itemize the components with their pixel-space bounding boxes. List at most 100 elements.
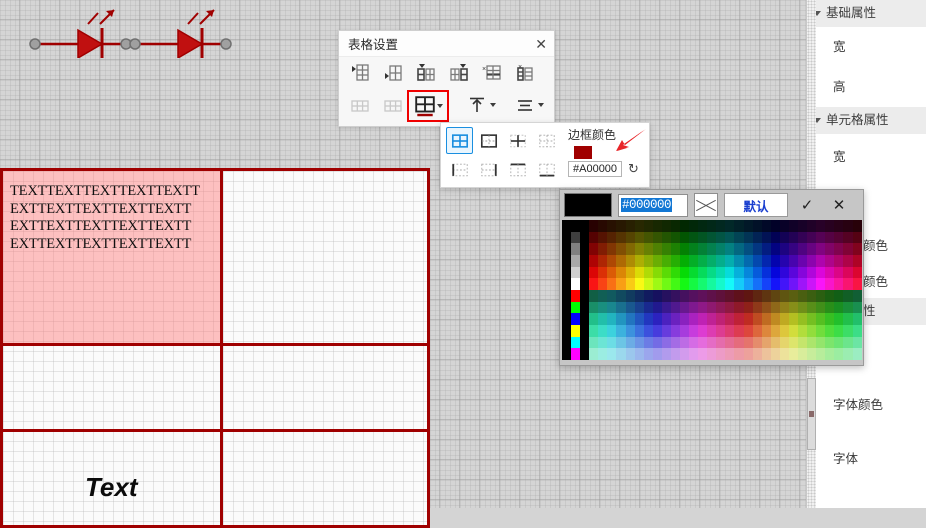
color-swatch[interactable]	[798, 243, 808, 255]
color-swatch[interactable]	[788, 313, 799, 325]
color-swatch[interactable]	[707, 278, 717, 290]
color-swatch[interactable]	[752, 324, 762, 337]
color-swatch[interactable]	[661, 243, 671, 255]
color-swatch[interactable]	[689, 324, 699, 337]
color-swatch[interactable]	[798, 336, 808, 349]
color-swatch[interactable]	[616, 266, 626, 279]
color-swatch[interactable]	[734, 220, 744, 232]
color-swatch[interactable]	[634, 336, 644, 349]
color-swatch[interactable]	[580, 324, 590, 337]
color-swatch[interactable]	[743, 336, 753, 349]
color-swatch[interactable]	[852, 243, 862, 255]
color-swatch[interactable]	[779, 278, 789, 290]
color-swatch[interactable]	[779, 231, 789, 244]
color-swatch[interactable]	[598, 324, 608, 337]
color-swatch[interactable]	[680, 336, 690, 349]
color-swatch[interactable]	[607, 324, 617, 337]
color-swatch[interactable]	[743, 324, 753, 337]
color-swatch[interactable]	[825, 348, 835, 360]
led-symbol-2[interactable]	[128, 8, 238, 58]
color-swatch[interactable]	[571, 336, 581, 349]
color-swatch[interactable]	[770, 278, 780, 290]
border-style-inner[interactable]	[504, 127, 531, 154]
color-swatch[interactable]	[725, 289, 735, 302]
color-swatch[interactable]	[680, 266, 690, 279]
color-swatch[interactable]	[707, 336, 717, 349]
color-swatch[interactable]	[634, 243, 644, 255]
border-style-panel[interactable]: 边框颜色 #A00000 ↻	[440, 122, 650, 188]
color-swatch[interactable]	[852, 348, 862, 360]
color-swatch[interactable]	[743, 231, 753, 244]
color-swatch[interactable]	[661, 336, 671, 349]
color-swatch[interactable]	[779, 313, 789, 325]
color-swatch[interactable]	[643, 231, 653, 244]
color-swatch[interactable]	[707, 348, 717, 360]
color-swatch[interactable]	[698, 324, 708, 337]
color-swatch[interactable]	[843, 266, 853, 279]
color-swatch[interactable]	[652, 278, 662, 290]
color-swatch[interactable]	[607, 313, 617, 325]
color-swatch[interactable]	[752, 243, 762, 255]
color-swatch[interactable]	[761, 348, 771, 360]
color-swatch[interactable]	[725, 220, 735, 232]
color-swatch[interactable]	[807, 231, 817, 244]
color-swatch[interactable]	[734, 278, 744, 290]
color-swatch[interactable]	[652, 243, 662, 255]
color-swatch[interactable]	[589, 313, 599, 325]
color-swatch[interactable]	[661, 231, 671, 244]
color-swatch[interactable]	[562, 231, 572, 244]
color-swatch[interactable]	[707, 266, 717, 279]
color-swatch[interactable]	[625, 289, 635, 302]
color-swatch[interactable]	[798, 289, 808, 302]
color-swatch[interactable]	[807, 336, 817, 349]
color-swatch[interactable]	[743, 254, 753, 267]
insert-row-above-button[interactable]	[348, 61, 372, 85]
color-swatch[interactable]	[616, 301, 626, 314]
sidebar-row-basic-height[interactable]: 高	[807, 67, 926, 107]
border-style-right[interactable]	[475, 156, 502, 183]
color-swatch[interactable]	[807, 313, 817, 325]
color-swatch[interactable]	[816, 266, 826, 279]
color-swatch[interactable]	[843, 220, 853, 232]
color-swatch[interactable]	[798, 348, 808, 360]
color-swatch[interactable]	[580, 254, 590, 267]
color-swatch[interactable]	[670, 348, 681, 360]
color-swatch[interactable]	[852, 254, 862, 267]
color-swatch[interactable]	[689, 301, 699, 314]
color-swatch[interactable]	[607, 289, 617, 302]
color-swatch[interactable]	[825, 243, 835, 255]
color-swatch[interactable]	[562, 254, 572, 267]
color-swatch[interactable]	[607, 348, 617, 360]
color-swatch[interactable]	[807, 220, 817, 232]
color-swatch[interactable]	[788, 336, 799, 349]
color-swatch[interactable]	[761, 231, 771, 244]
color-swatch[interactable]	[725, 336, 735, 349]
color-swatch[interactable]	[743, 278, 753, 290]
reset-icon[interactable]: ↻	[628, 161, 639, 177]
color-swatch[interactable]	[716, 289, 726, 302]
color-swatch[interactable]	[770, 324, 780, 337]
color-swatch[interactable]	[670, 220, 681, 232]
color-swatch[interactable]	[779, 220, 789, 232]
color-swatch[interactable]	[743, 243, 753, 255]
color-swatch[interactable]	[770, 301, 780, 314]
color-swatch[interactable]	[698, 243, 708, 255]
color-swatch[interactable]	[707, 324, 717, 337]
led-symbol-1[interactable]	[28, 8, 138, 58]
color-swatch[interactable]	[625, 336, 635, 349]
color-swatch[interactable]	[670, 278, 681, 290]
color-swatch[interactable]	[589, 278, 599, 290]
color-palette-grid[interactable]	[562, 220, 862, 360]
vertical-align-control[interactable]	[465, 93, 496, 117]
border-style-none[interactable]	[533, 127, 560, 154]
table-cell-text-2[interactable]: Text	[85, 472, 138, 503]
color-swatch[interactable]	[589, 336, 599, 349]
color-swatch[interactable]	[834, 231, 844, 244]
color-swatch[interactable]	[616, 289, 626, 302]
color-swatch[interactable]	[752, 231, 762, 244]
color-swatch[interactable]	[807, 254, 817, 267]
color-swatch[interactable]	[825, 266, 835, 279]
color-swatch[interactable]	[707, 301, 717, 314]
color-swatch[interactable]	[670, 313, 681, 325]
color-swatch[interactable]	[779, 243, 789, 255]
